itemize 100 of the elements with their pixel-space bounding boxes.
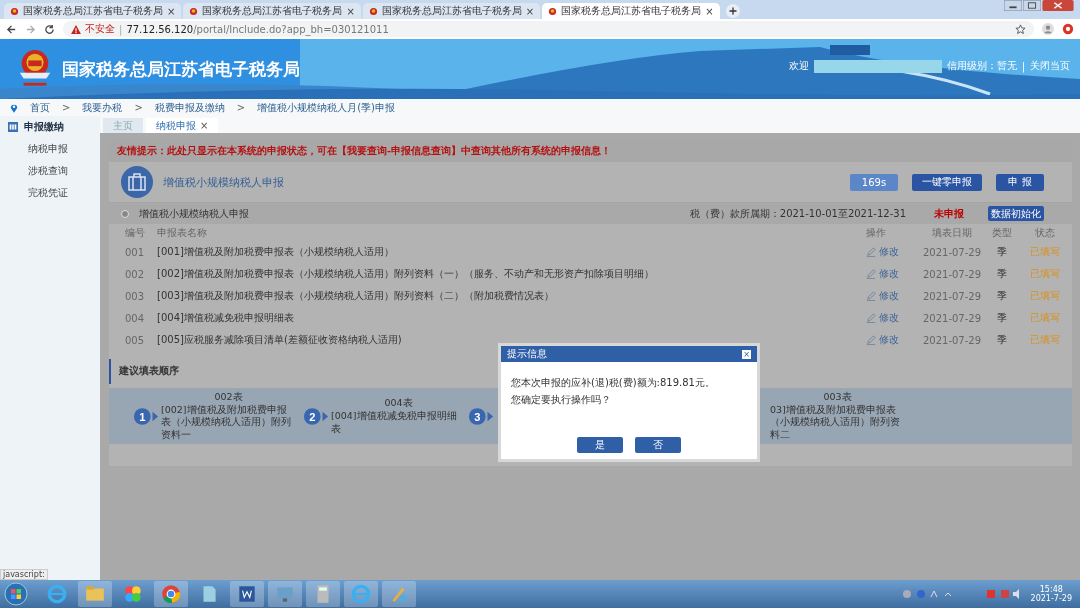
word-icon[interactable] xyxy=(230,581,264,607)
table-cell-text: 已填写 xyxy=(1029,311,1061,325)
table-cell-text: 已填写 xyxy=(1029,289,1061,303)
table-cell-text: 002 xyxy=(125,268,146,280)
column-header: 操作 xyxy=(866,225,887,240)
close-icon[interactable] xyxy=(1042,0,1074,11)
step-name: 03]增值税及附加税费申报表（小规模纳税人适用）附列资料二 xyxy=(770,404,901,441)
browser-tab[interactable]: 国家税务总局江苏省电子税务局 × xyxy=(183,3,361,19)
table-cell-text: 已填写 xyxy=(1029,267,1061,281)
no-button[interactable]: 否 xyxy=(635,437,681,453)
browser-tab[interactable]: 国家税务总局江苏省电子税务局 × xyxy=(4,3,182,19)
table-cell-text: [003]增值税及附加税费申报表（小规模纳税人适用）附列资料（二）（附加税费情况表） xyxy=(157,289,555,303)
dialog-message: 您本次申报的应补(退)税(费)额为:819.81元。 xyxy=(511,376,716,390)
close-icon[interactable]: × xyxy=(346,5,355,17)
minimize-icon[interactable] xyxy=(1004,0,1022,11)
yes-button[interactable]: 是 xyxy=(577,437,623,453)
calculator-icon[interactable] xyxy=(306,581,340,607)
folder-icon[interactable] xyxy=(78,581,112,607)
address-field[interactable]: 不安全 | 77.12.56.120/portal/Include.do?app_bh=030121011 xyxy=(63,21,1034,37)
table-cell-text: 2021-07-29 xyxy=(921,312,983,324)
briefcase-icon xyxy=(121,166,153,198)
declare-button[interactable]: 申 报 xyxy=(996,173,1044,191)
sidebar-item[interactable]: 纳税申报 xyxy=(0,138,68,160)
extension-icon[interactable] xyxy=(1062,23,1074,35)
step-name: [004]增值税减免税申报明细表 xyxy=(331,410,458,435)
table-cell-text: [004]增值税减免税申报明细表 xyxy=(157,311,295,325)
sidebar-item[interactable]: 涉税查询 xyxy=(0,160,68,182)
sidebar-title: 申报缴纳 xyxy=(24,120,64,134)
site-title: 国家税务总局江苏省电子税务局 xyxy=(62,57,300,81)
table-cell-text: 季 xyxy=(996,245,1008,259)
zero-declare-button[interactable]: 一键零申报 xyxy=(912,173,982,191)
sidebar-item[interactable]: 完税凭证 xyxy=(0,182,68,204)
clock-date: 2021-7-29 xyxy=(1030,594,1072,603)
close-icon[interactable]: × xyxy=(525,5,535,17)
step-table: 003表 xyxy=(823,391,852,404)
step-name: [002]增值税及附加税费申报表（小规模纳税人适用）附列资料一 xyxy=(161,404,292,441)
close-icon[interactable]: × xyxy=(742,349,751,359)
breadcrumb-separator: > xyxy=(62,102,71,113)
pencil-icon xyxy=(866,269,876,279)
table-cell-text: 005 xyxy=(125,334,146,346)
table-cell-text: 2021-07-29 xyxy=(921,290,983,302)
new-tab-icon[interactable] xyxy=(725,4,740,18)
profile-icon[interactable] xyxy=(1042,23,1054,35)
column-header: 填表日期 xyxy=(931,225,973,240)
dialog-title: 提示信息 xyxy=(507,347,547,361)
radio-icon xyxy=(121,209,129,218)
welcome-text: 欢迎 xyxy=(788,59,809,73)
close-icon[interactable]: × xyxy=(167,5,176,17)
section-title: 增值税小规模纳税人申报 xyxy=(139,206,249,221)
emblem-icon xyxy=(368,6,378,16)
star-icon[interactable] xyxy=(1015,23,1026,35)
breadcrumb-link[interactable]: 增值税小规模纳税人月(季)申报 xyxy=(257,100,395,115)
column-header: 编号 xyxy=(125,225,146,240)
calendar-icon xyxy=(8,122,18,132)
credit-level: 信用级别：暂无 xyxy=(946,59,1017,73)
breadcrumb-separator: > xyxy=(236,102,246,113)
declare-status: 未申报 xyxy=(934,206,964,221)
section-title: 建议填表顺序 xyxy=(109,359,187,384)
table-cell-text: 2021-07-29 xyxy=(921,268,983,280)
close-icon[interactable]: × xyxy=(705,5,714,17)
chrome-icon[interactable] xyxy=(154,581,188,607)
breadcrumb-link[interactable]: 我要办税 xyxy=(82,100,123,115)
start-button[interactable] xyxy=(4,582,28,606)
breadcrumb-link[interactable]: 税费申报及缴纳 xyxy=(154,100,225,115)
table-cell-text: 001 xyxy=(125,246,146,258)
back-icon[interactable] xyxy=(6,23,17,35)
table-cell-text: [001]增值税及附加税费申报表（小规模纳税人适用） xyxy=(157,245,395,259)
breadcrumb-link[interactable]: 首页 xyxy=(30,100,50,115)
table-cell-text: 季 xyxy=(996,267,1008,281)
close-icon[interactable]: × xyxy=(200,120,209,131)
table-cell-text: [002]增值税及附加税费申报表（小规模纳税人适用）附列资料（一）（服务、不动产和无形资产扣除项目明细） xyxy=(157,267,655,281)
table-cell-text: 季 xyxy=(996,311,1008,325)
table-cell-text: 004 xyxy=(125,312,146,324)
table-cell-text: 003 xyxy=(125,290,146,302)
breadcrumb-separator: > xyxy=(134,102,143,113)
forward-icon[interactable] xyxy=(25,23,36,35)
emblem-icon xyxy=(10,6,19,16)
emblem-icon xyxy=(189,6,199,16)
pencil-icon xyxy=(866,335,876,345)
table-cell-text: 2021-07-29 xyxy=(921,246,983,258)
location-pin-icon xyxy=(10,102,18,113)
timer-button[interactable]: 169s xyxy=(850,173,898,191)
browser-tab[interactable]: 国家税务总局江苏省电子税务局 × xyxy=(362,3,541,19)
notice-text: 友情提示：此处只显示在本系统的申报状态，可在【我要查询-申报信息查询】中查询其他所有系统的申报信息！ xyxy=(109,141,1072,162)
column-header: 状态 xyxy=(1034,225,1056,240)
table-cell-text: 2021-07-29 xyxy=(921,334,983,346)
table-cell-text: 季 xyxy=(996,289,1008,303)
browser-tab[interactable]: 国家税务总局江苏省电子税务局 × xyxy=(542,3,720,19)
table-cell-text: 已填写 xyxy=(1029,245,1061,259)
page-tab[interactable]: 纳税申报 × xyxy=(146,118,219,133)
column-header: 类型 xyxy=(991,225,1013,240)
data-init-button[interactable]: 数据初始化 xyxy=(988,206,1044,221)
pencil-icon xyxy=(866,247,876,257)
table-cell-text: 季 xyxy=(996,333,1008,347)
emblem-icon xyxy=(548,6,558,16)
column-header: 申报表名称 xyxy=(157,225,208,240)
separator-text: | xyxy=(1021,60,1025,72)
reload-icon[interactable] xyxy=(44,23,55,35)
maximize-icon[interactable] xyxy=(1023,0,1041,11)
warning-icon xyxy=(71,24,81,34)
